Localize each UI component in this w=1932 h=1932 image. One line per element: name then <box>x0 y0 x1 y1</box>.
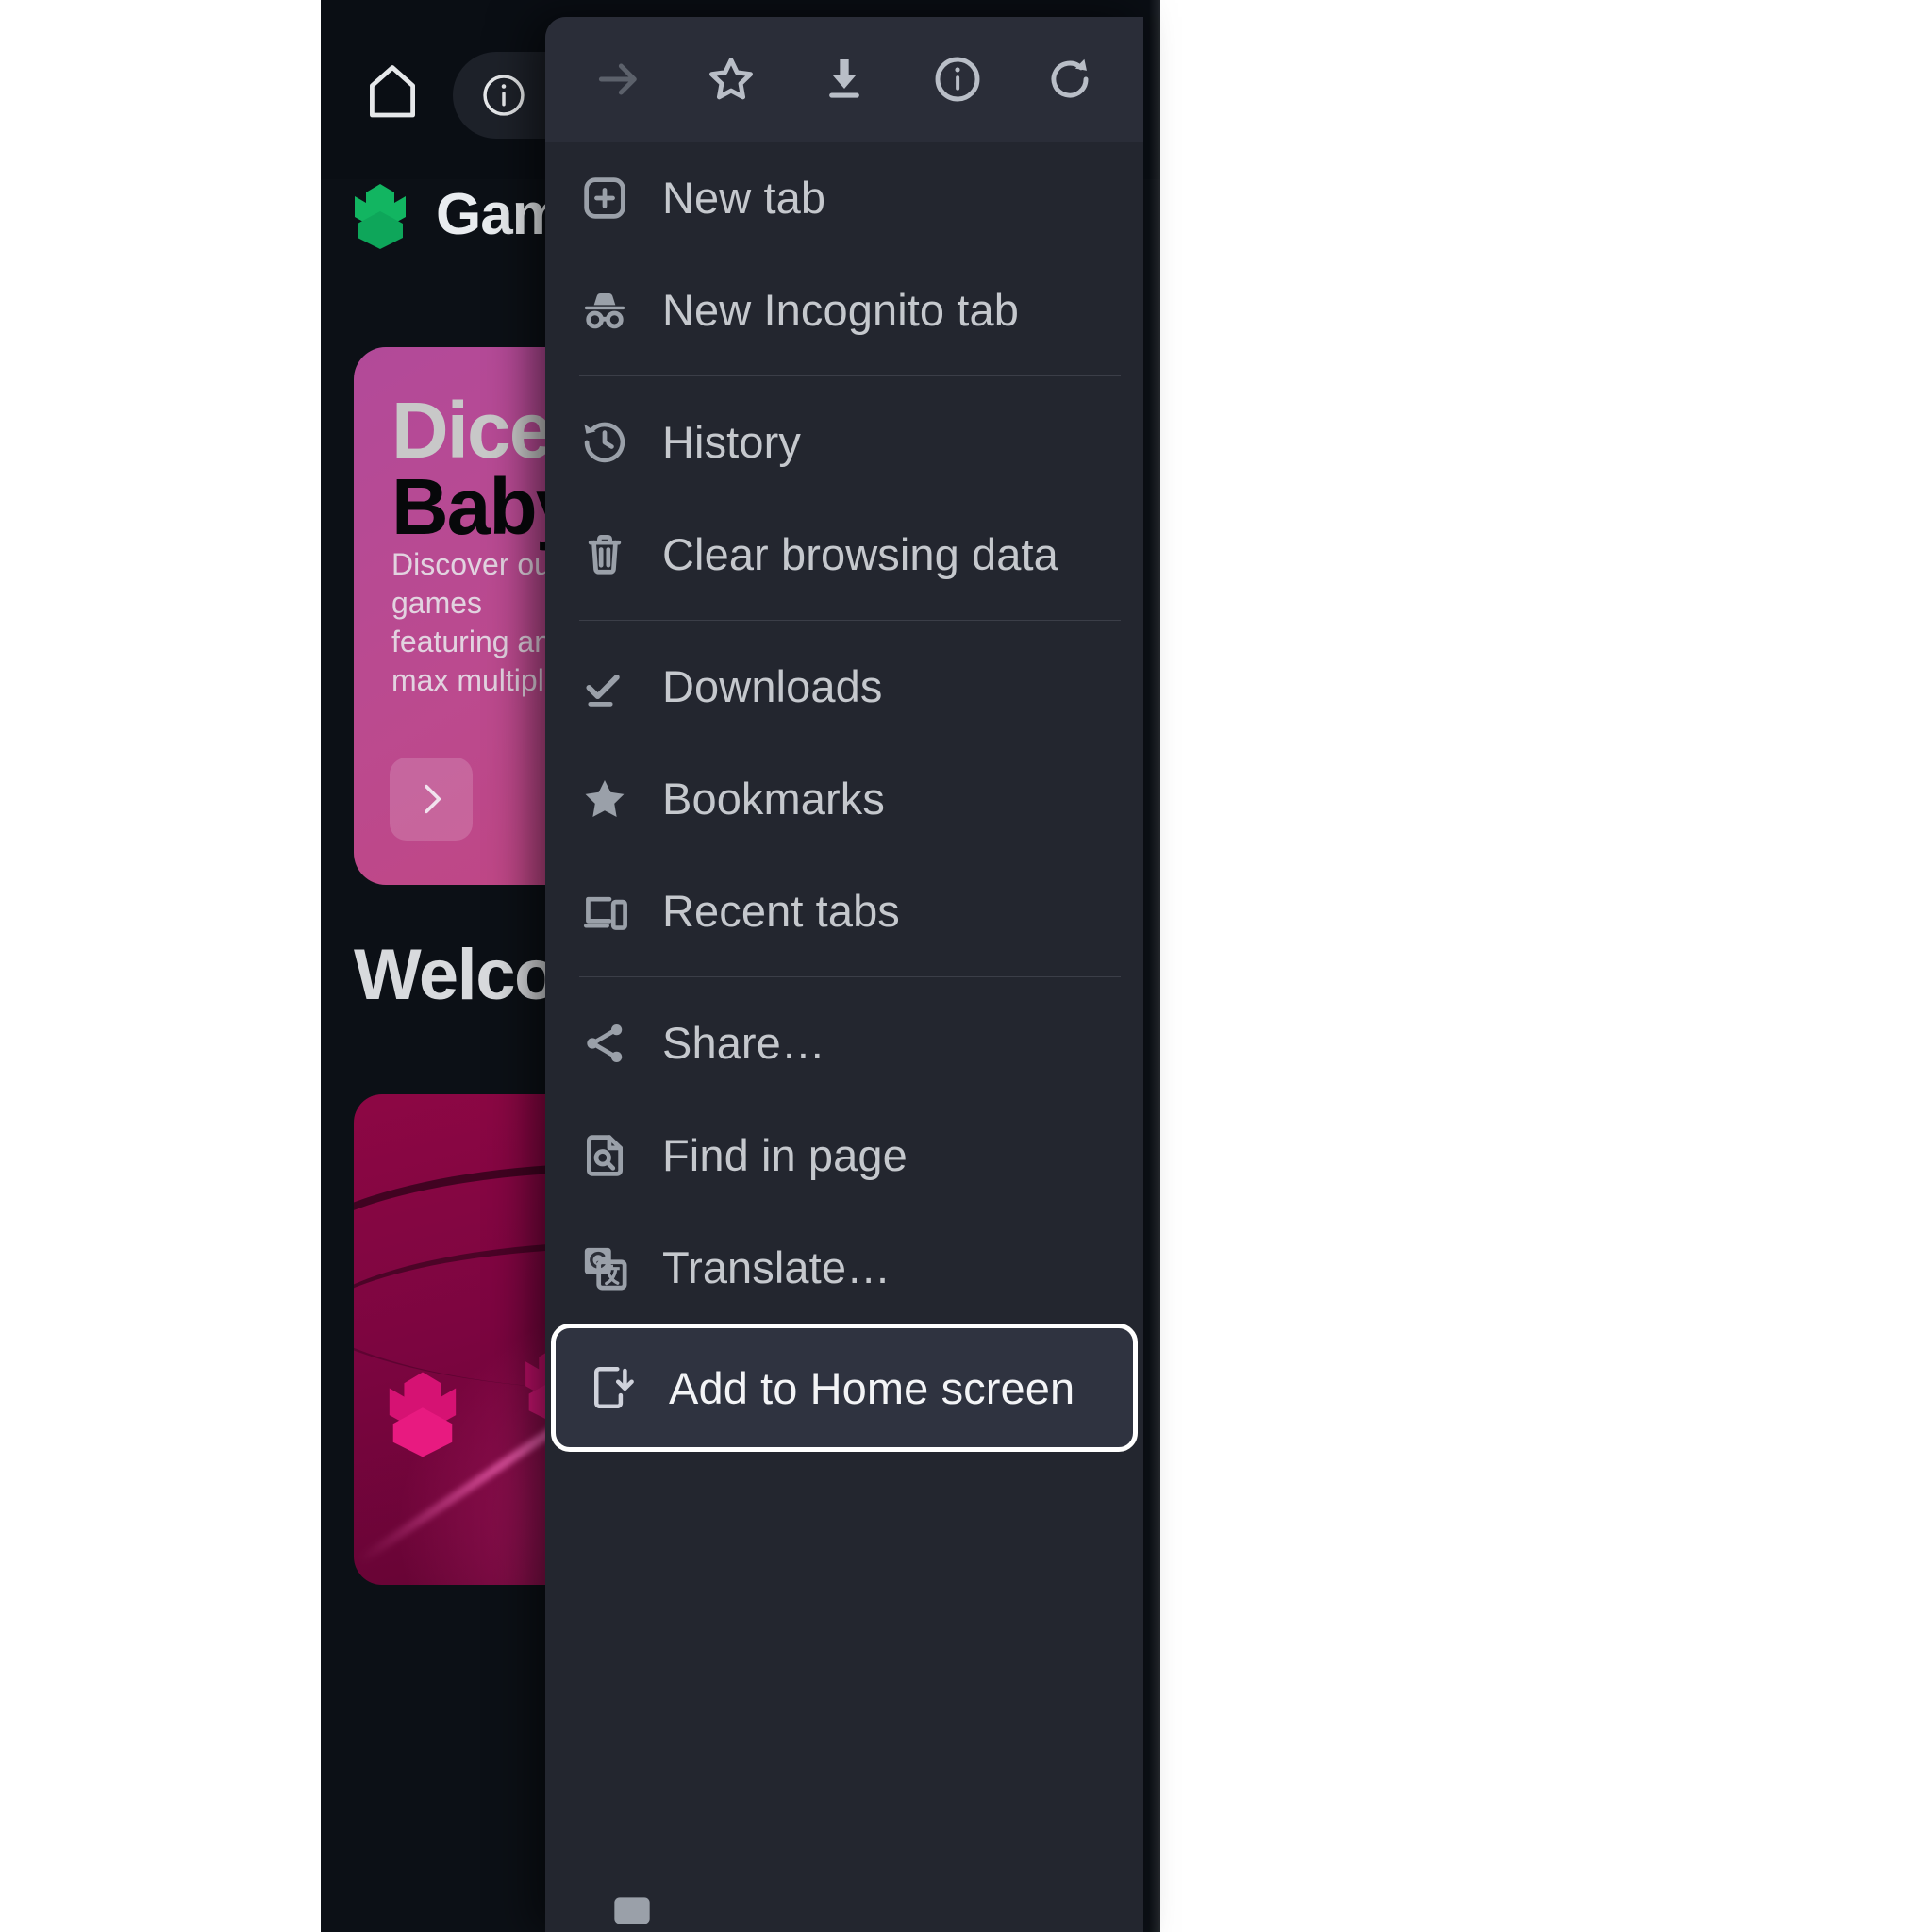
partial-next-item-icon <box>604 1889 660 1932</box>
menu-item-share[interactable]: Share… <box>545 987 1143 1099</box>
page-info-icon[interactable] <box>917 39 998 120</box>
screenshot-root: ga Gamdom Dice D Baby Discover our game <box>0 0 1932 1932</box>
screen-edge-highlight <box>1149 0 1160 1932</box>
menu-item-bookmarks[interactable]: Bookmarks <box>545 742 1143 855</box>
menu-item-label: Downloads <box>662 661 883 711</box>
info-circle-icon[interactable] <box>479 71 528 120</box>
add-to-home-screen-icon <box>582 1358 641 1417</box>
menu-item-translate[interactable]: Translate… <box>545 1211 1143 1324</box>
forward-icon[interactable] <box>578 39 659 120</box>
star-filled-icon <box>575 770 634 828</box>
menu-item-new-incognito-tab[interactable]: New Incognito tab <box>545 254 1143 366</box>
chevron-right-icon[interactable] <box>390 758 473 841</box>
menu-item-history[interactable]: History <box>545 386 1143 498</box>
menu-item-label: Bookmarks <box>662 774 885 824</box>
reload-icon[interactable] <box>1029 39 1110 120</box>
menu-item-label: New Incognito tab <box>662 285 1019 335</box>
menu-item-clear-browsing-data[interactable]: Clear browsing data <box>545 498 1143 610</box>
menu-item-label: New tab <box>662 173 826 223</box>
devices-icon <box>575 882 634 941</box>
menu-item-new-tab[interactable]: New tab <box>545 142 1143 254</box>
new-tab-icon <box>575 169 634 227</box>
menu-item-downloads[interactable]: Downloads <box>545 630 1143 742</box>
gamdom-gem-icon <box>382 1366 463 1457</box>
menu-item-label: Add to Home screen <box>669 1362 1075 1413</box>
menu-item-label: Find in page <box>662 1130 908 1180</box>
menu-item-label: Share… <box>662 1018 826 1068</box>
menu-item-find-in-page[interactable]: Find in page <box>545 1099 1143 1211</box>
history-clock-icon <box>575 413 634 472</box>
menu-item-add-to-home-screen[interactable]: Add to Home screen <box>551 1324 1138 1452</box>
menu-items-list: New tab New Incognito tab History Clear … <box>545 142 1143 1932</box>
chrome-overflow-menu: New tab New Incognito tab History Clear … <box>545 17 1143 1932</box>
download-icon[interactable] <box>804 39 885 120</box>
menu-item-label: History <box>662 417 801 467</box>
menu-divider <box>579 620 1121 621</box>
share-icon <box>575 1014 634 1073</box>
menu-quick-actions-row <box>545 17 1143 142</box>
menu-item-label: Recent tabs <box>662 886 900 936</box>
bookmark-star-icon[interactable] <box>691 39 772 120</box>
menu-item-recent-tabs[interactable]: Recent tabs <box>545 855 1143 967</box>
incognito-icon <box>575 281 634 340</box>
find-in-page-icon <box>575 1126 634 1185</box>
gamdom-crown-logo-icon <box>349 179 411 249</box>
menu-item-label: Translate… <box>662 1242 891 1292</box>
translate-icon <box>575 1239 634 1297</box>
menu-divider <box>579 375 1121 376</box>
home-icon[interactable] <box>358 58 426 126</box>
trash-icon <box>575 525 634 584</box>
download-check-icon <box>575 658 634 716</box>
menu-item-label: Clear browsing data <box>662 529 1058 579</box>
menu-divider <box>579 976 1121 977</box>
